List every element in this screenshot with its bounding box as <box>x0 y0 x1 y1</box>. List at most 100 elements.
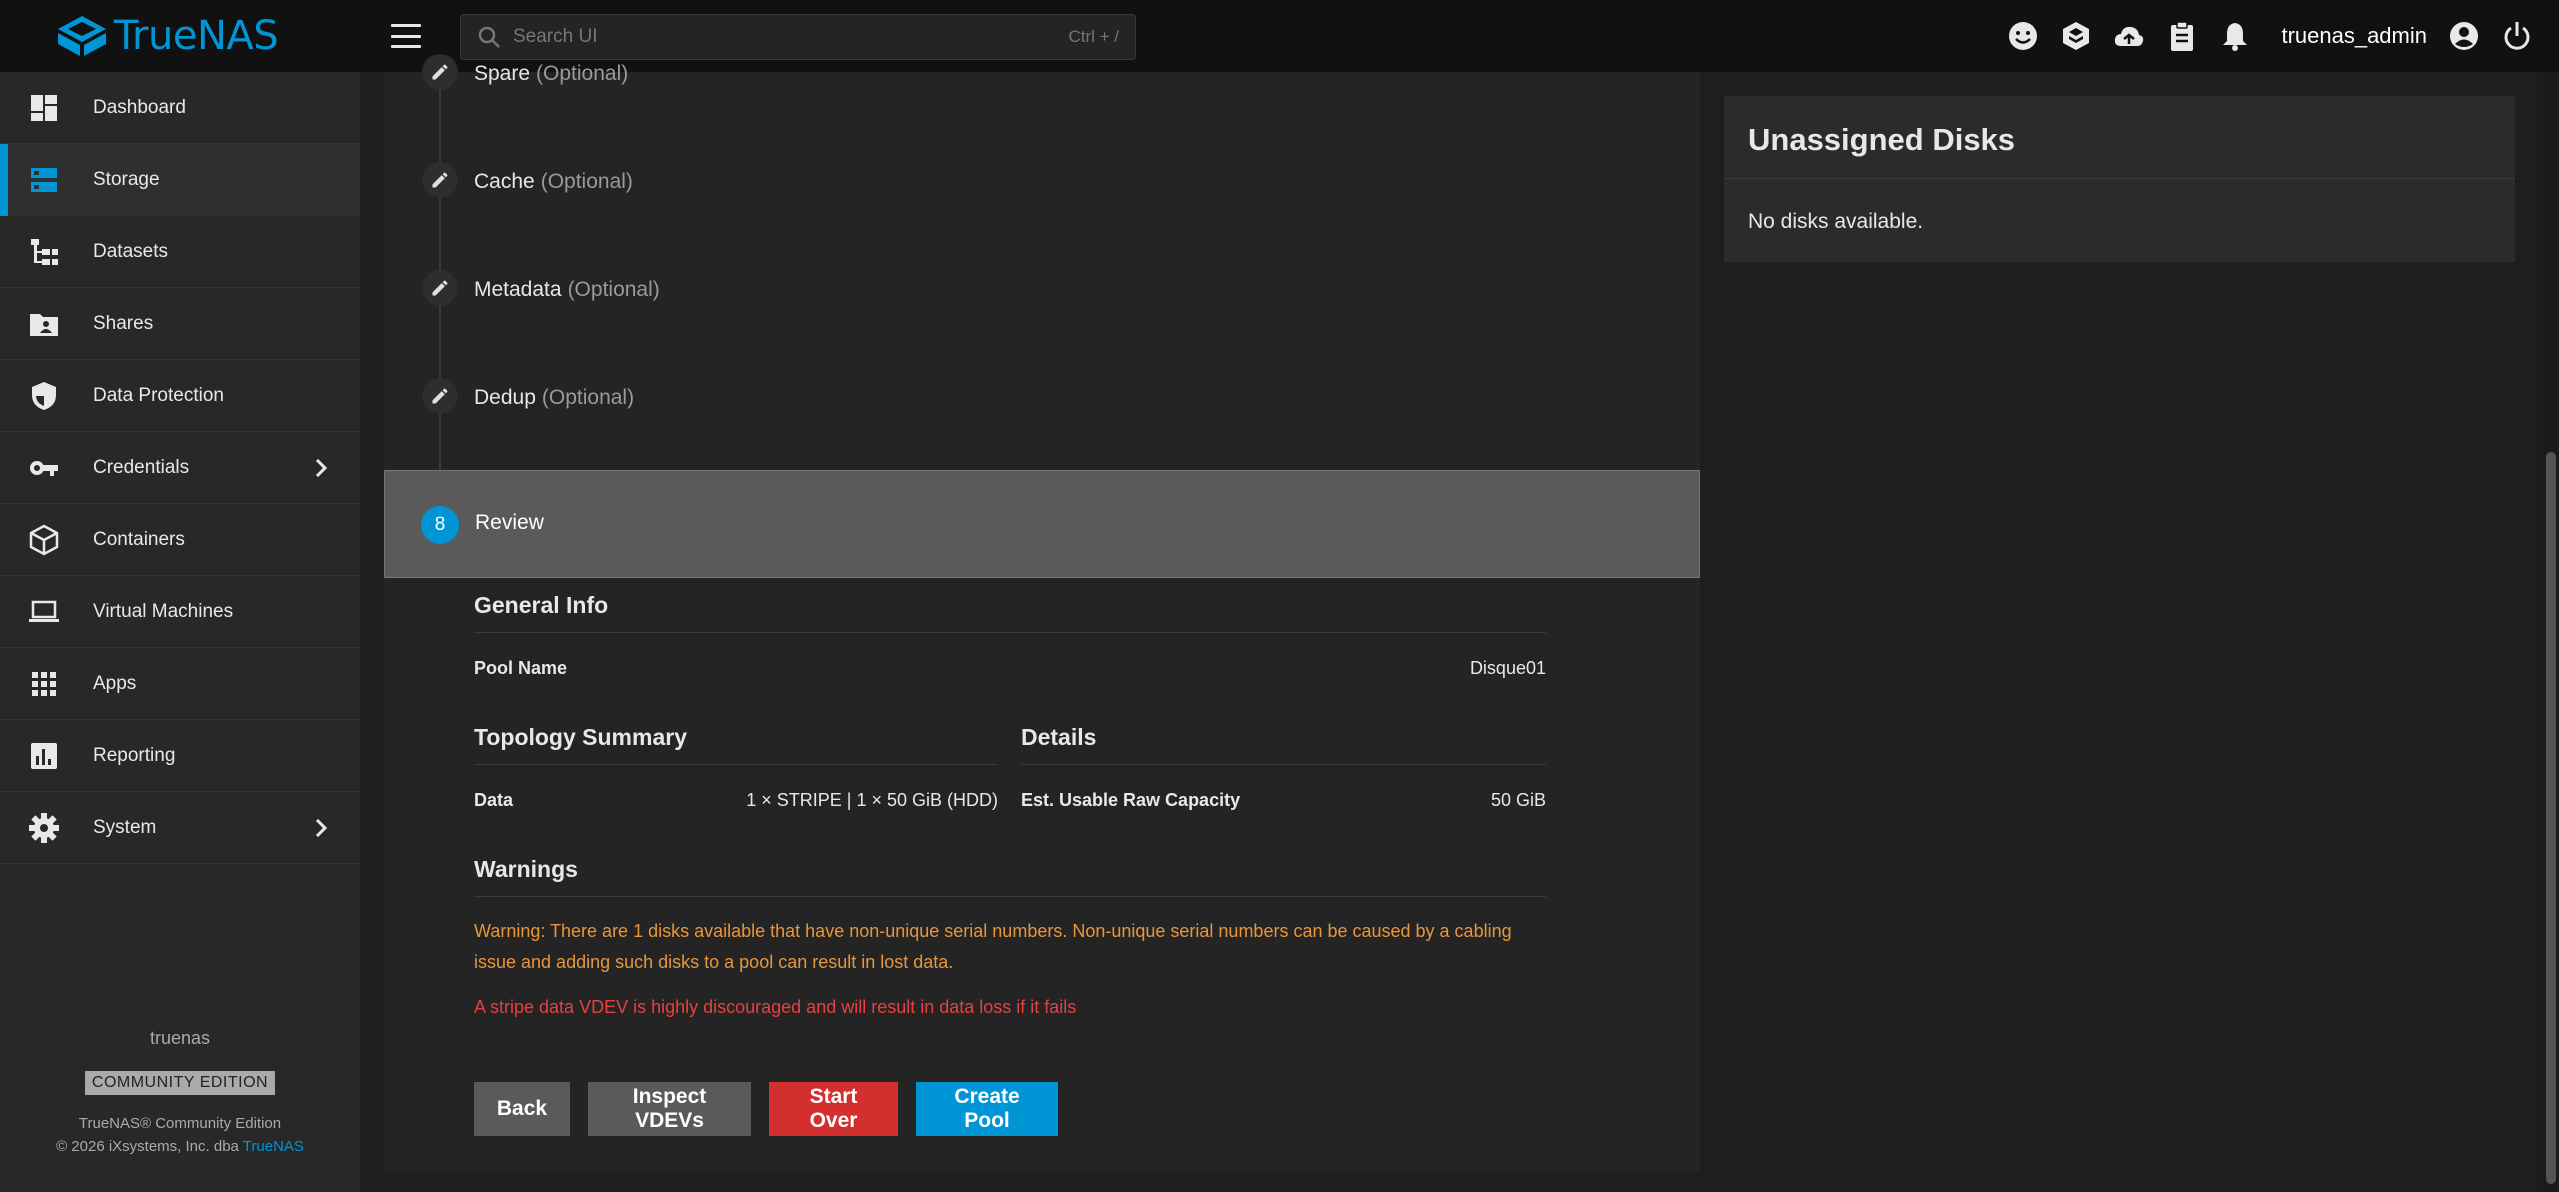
top-bar-actions: truenas_admin <box>1990 0 2537 72</box>
warnings-title: Warnings <box>474 856 578 882</box>
details-title: Details <box>1021 724 1097 750</box>
pencil-icon <box>422 162 458 198</box>
step-label: Cache (Optional) <box>474 170 633 193</box>
user-menu-button[interactable] <box>2444 16 2484 56</box>
sidebar-item-containers[interactable]: Containers <box>0 504 360 576</box>
create-pool-button[interactable]: Create Pool <box>916 1082 1058 1136</box>
power-icon <box>2504 22 2530 50</box>
sidebar-item-label: Datasets <box>93 240 168 262</box>
copyright-prefix: © 2026 iXsystems, Inc. dba <box>56 1138 243 1155</box>
jobs-button[interactable] <box>2162 16 2202 56</box>
gear-icon <box>28 812 60 844</box>
chevron-right-icon <box>310 816 332 840</box>
topology-summary-title: Topology Summary <box>474 724 687 750</box>
sidebar: Dashboard Storage Datasets Shares Data P… <box>0 72 360 1192</box>
alerts-button[interactable] <box>2215 16 2255 56</box>
truenas-link[interactable]: TrueNAS <box>243 1138 304 1155</box>
sidebar-footer: truenas COMMUNITY EDITION TrueNAS® Commu… <box>0 1028 360 1155</box>
data-vdev-label: Data <box>474 790 514 810</box>
capacity-value: 50 GiB <box>1490 790 1546 810</box>
dashboard-icon <box>28 92 60 124</box>
sidebar-item-label: System <box>93 816 157 838</box>
username-label[interactable]: truenas_admin <box>2281 23 2427 49</box>
apps-grid-icon <box>28 668 60 700</box>
sidebar-item-label: Credentials <box>93 456 190 478</box>
sidebar-item-storage[interactable]: Storage <box>0 144 360 216</box>
copyright-line-2: © 2026 iXsystems, Inc. dba TrueNAS <box>0 1138 360 1155</box>
sidebar-item-label: Dashboard <box>93 96 186 118</box>
sidebar-item-label: Containers <box>93 528 185 550</box>
divider <box>474 632 1546 633</box>
unassigned-disks-title: Unassigned Disks <box>1748 122 2016 157</box>
account-circle-icon <box>2450 22 2478 50</box>
step-review-header[interactable]: 8 Review <box>384 470 1700 578</box>
sidebar-item-reporting[interactable]: Reporting <box>0 720 360 792</box>
chart-icon <box>28 740 60 772</box>
serial-number-warning: Warning: There are 1 disks available tha… <box>474 921 1512 972</box>
sidebar-item-dashboard[interactable]: Dashboard <box>0 72 360 144</box>
copyright-line: TrueNAS® Community Edition <box>78 1115 282 1132</box>
pencil-icon <box>422 54 458 90</box>
storage-icon <box>28 164 60 196</box>
sidebar-item-shares[interactable]: Shares <box>0 288 360 360</box>
key-icon <box>28 452 60 484</box>
clipboard-icon <box>2171 21 2194 51</box>
inspect-vdevs-button[interactable]: Inspect VDEVs <box>588 1082 751 1136</box>
laptop-icon <box>28 596 60 628</box>
divider <box>1724 178 2515 179</box>
unassigned-disks-panel: Unassigned Disks No disks available. <box>1724 96 2515 262</box>
edition-badge: COMMUNITY EDITION <box>84 1071 276 1095</box>
bell-icon <box>2223 23 2248 51</box>
pool-name-label: Pool Name <box>474 658 568 678</box>
cube-icon <box>28 524 60 556</box>
data-vdev-value: 1 × STRIPE | 1 × 50 GiB (HDD) <box>746 790 998 810</box>
general-info-title: General Info <box>474 592 609 618</box>
power-button[interactable] <box>2497 16 2537 56</box>
chevron-right-icon <box>310 456 332 480</box>
pencil-icon <box>422 378 458 414</box>
sidebar-item-apps[interactable]: Apps <box>0 648 360 720</box>
unassigned-disks-empty-message: No disks available. <box>1748 210 1924 233</box>
pool-name-value: Disque01 <box>1469 658 1546 678</box>
pencil-icon <box>422 270 458 306</box>
sidebar-item-virtual-machines[interactable]: Virtual Machines <box>0 576 360 648</box>
shares-icon <box>28 308 60 340</box>
sidebar-item-credentials[interactable]: Credentials <box>0 432 360 504</box>
step-label: Review <box>475 511 544 534</box>
start-over-button[interactable]: Start Over <box>769 1082 898 1136</box>
step-spare[interactable]: Spare (Optional) <box>384 18 1700 126</box>
step-label: Dedup (Optional) <box>474 386 635 409</box>
sidebar-item-data-protection[interactable]: Data Protection <box>0 360 360 432</box>
step-number-badge: 8 <box>421 506 459 544</box>
truenas-logo[interactable]: TrueNAS <box>56 13 279 59</box>
sidebar-item-label: Reporting <box>93 744 176 766</box>
shield-icon <box>28 380 60 412</box>
cloud-sync-button[interactable] <box>2109 16 2149 56</box>
stripe-warning: A stripe data VDEV is highly discouraged… <box>474 997 1077 1017</box>
cloud-icon <box>2115 26 2144 46</box>
step-label: Metadata (Optional) <box>474 278 660 301</box>
step-label: Spare (Optional) <box>474 62 629 85</box>
sidebar-item-datasets[interactable]: Datasets <box>0 216 360 288</box>
back-button[interactable]: Back <box>474 1082 570 1136</box>
sidebar-item-system[interactable]: System <box>0 792 360 864</box>
sidebar-item-label: Apps <box>93 672 137 694</box>
truecommand-button[interactable] <box>2056 16 2096 56</box>
step-cache[interactable]: Cache (Optional) <box>384 126 1700 234</box>
sidebar-item-label: Data Protection <box>93 384 224 406</box>
sidebar-item-label: Storage <box>93 168 160 190</box>
hostname: truenas <box>149 1028 211 1048</box>
logo-text: TrueNAS <box>114 13 279 59</box>
truecommand-icon <box>2063 22 2090 50</box>
step-metadata[interactable]: Metadata (Optional) <box>384 234 1700 342</box>
divider <box>474 764 998 765</box>
sidebar-item-label: Shares <box>93 312 154 334</box>
datasets-icon <box>28 236 60 268</box>
scrollbar-thumb[interactable] <box>2546 452 2556 1184</box>
smiley-icon <box>2009 22 2038 50</box>
divider <box>1021 764 1546 765</box>
divider <box>474 896 1546 897</box>
page-scrollbar[interactable] <box>2543 72 2559 1192</box>
step-dedup[interactable]: Dedup (Optional) <box>384 342 1700 450</box>
feedback-button[interactable] <box>2003 16 2043 56</box>
